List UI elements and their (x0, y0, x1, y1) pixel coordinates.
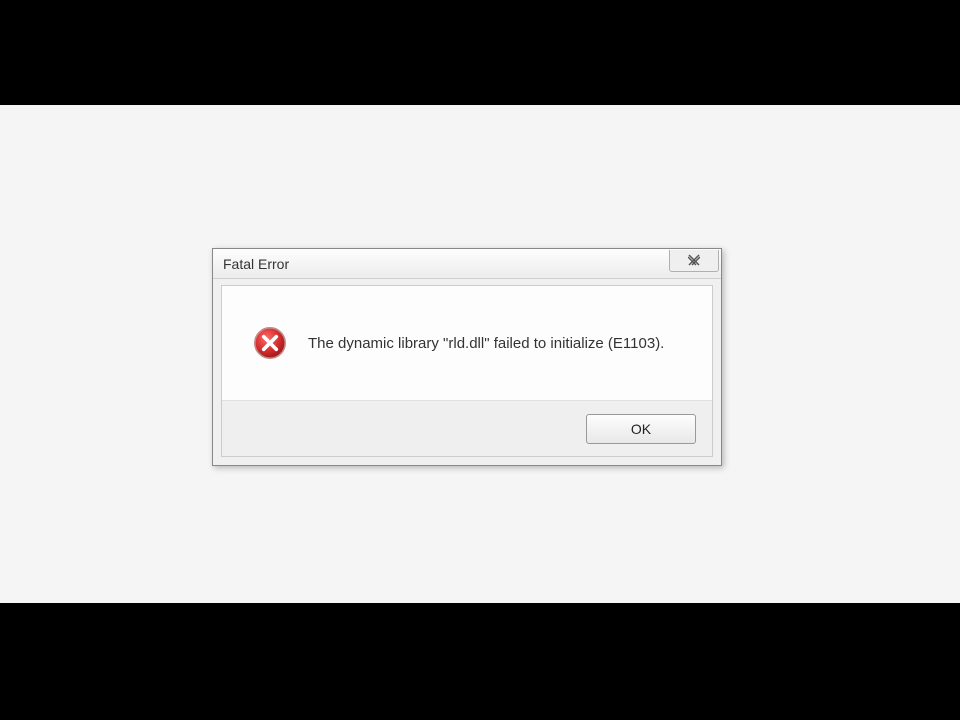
dialog-title: Fatal Error (223, 256, 289, 272)
button-bar: OK (222, 400, 712, 456)
close-button[interactable] (669, 250, 719, 272)
ok-button-label: OK (631, 421, 651, 437)
ok-button[interactable]: OK (586, 414, 696, 444)
message-area: The dynamic library "rld.dll" failed to … (222, 286, 712, 400)
dialog-content: The dynamic library "rld.dll" failed to … (221, 285, 713, 457)
error-icon (252, 325, 288, 361)
dialog-titlebar[interactable]: Fatal Error (213, 249, 721, 279)
close-icon (688, 254, 700, 266)
error-message: The dynamic library "rld.dll" failed to … (308, 333, 664, 354)
error-dialog: Fatal Error (212, 248, 722, 466)
